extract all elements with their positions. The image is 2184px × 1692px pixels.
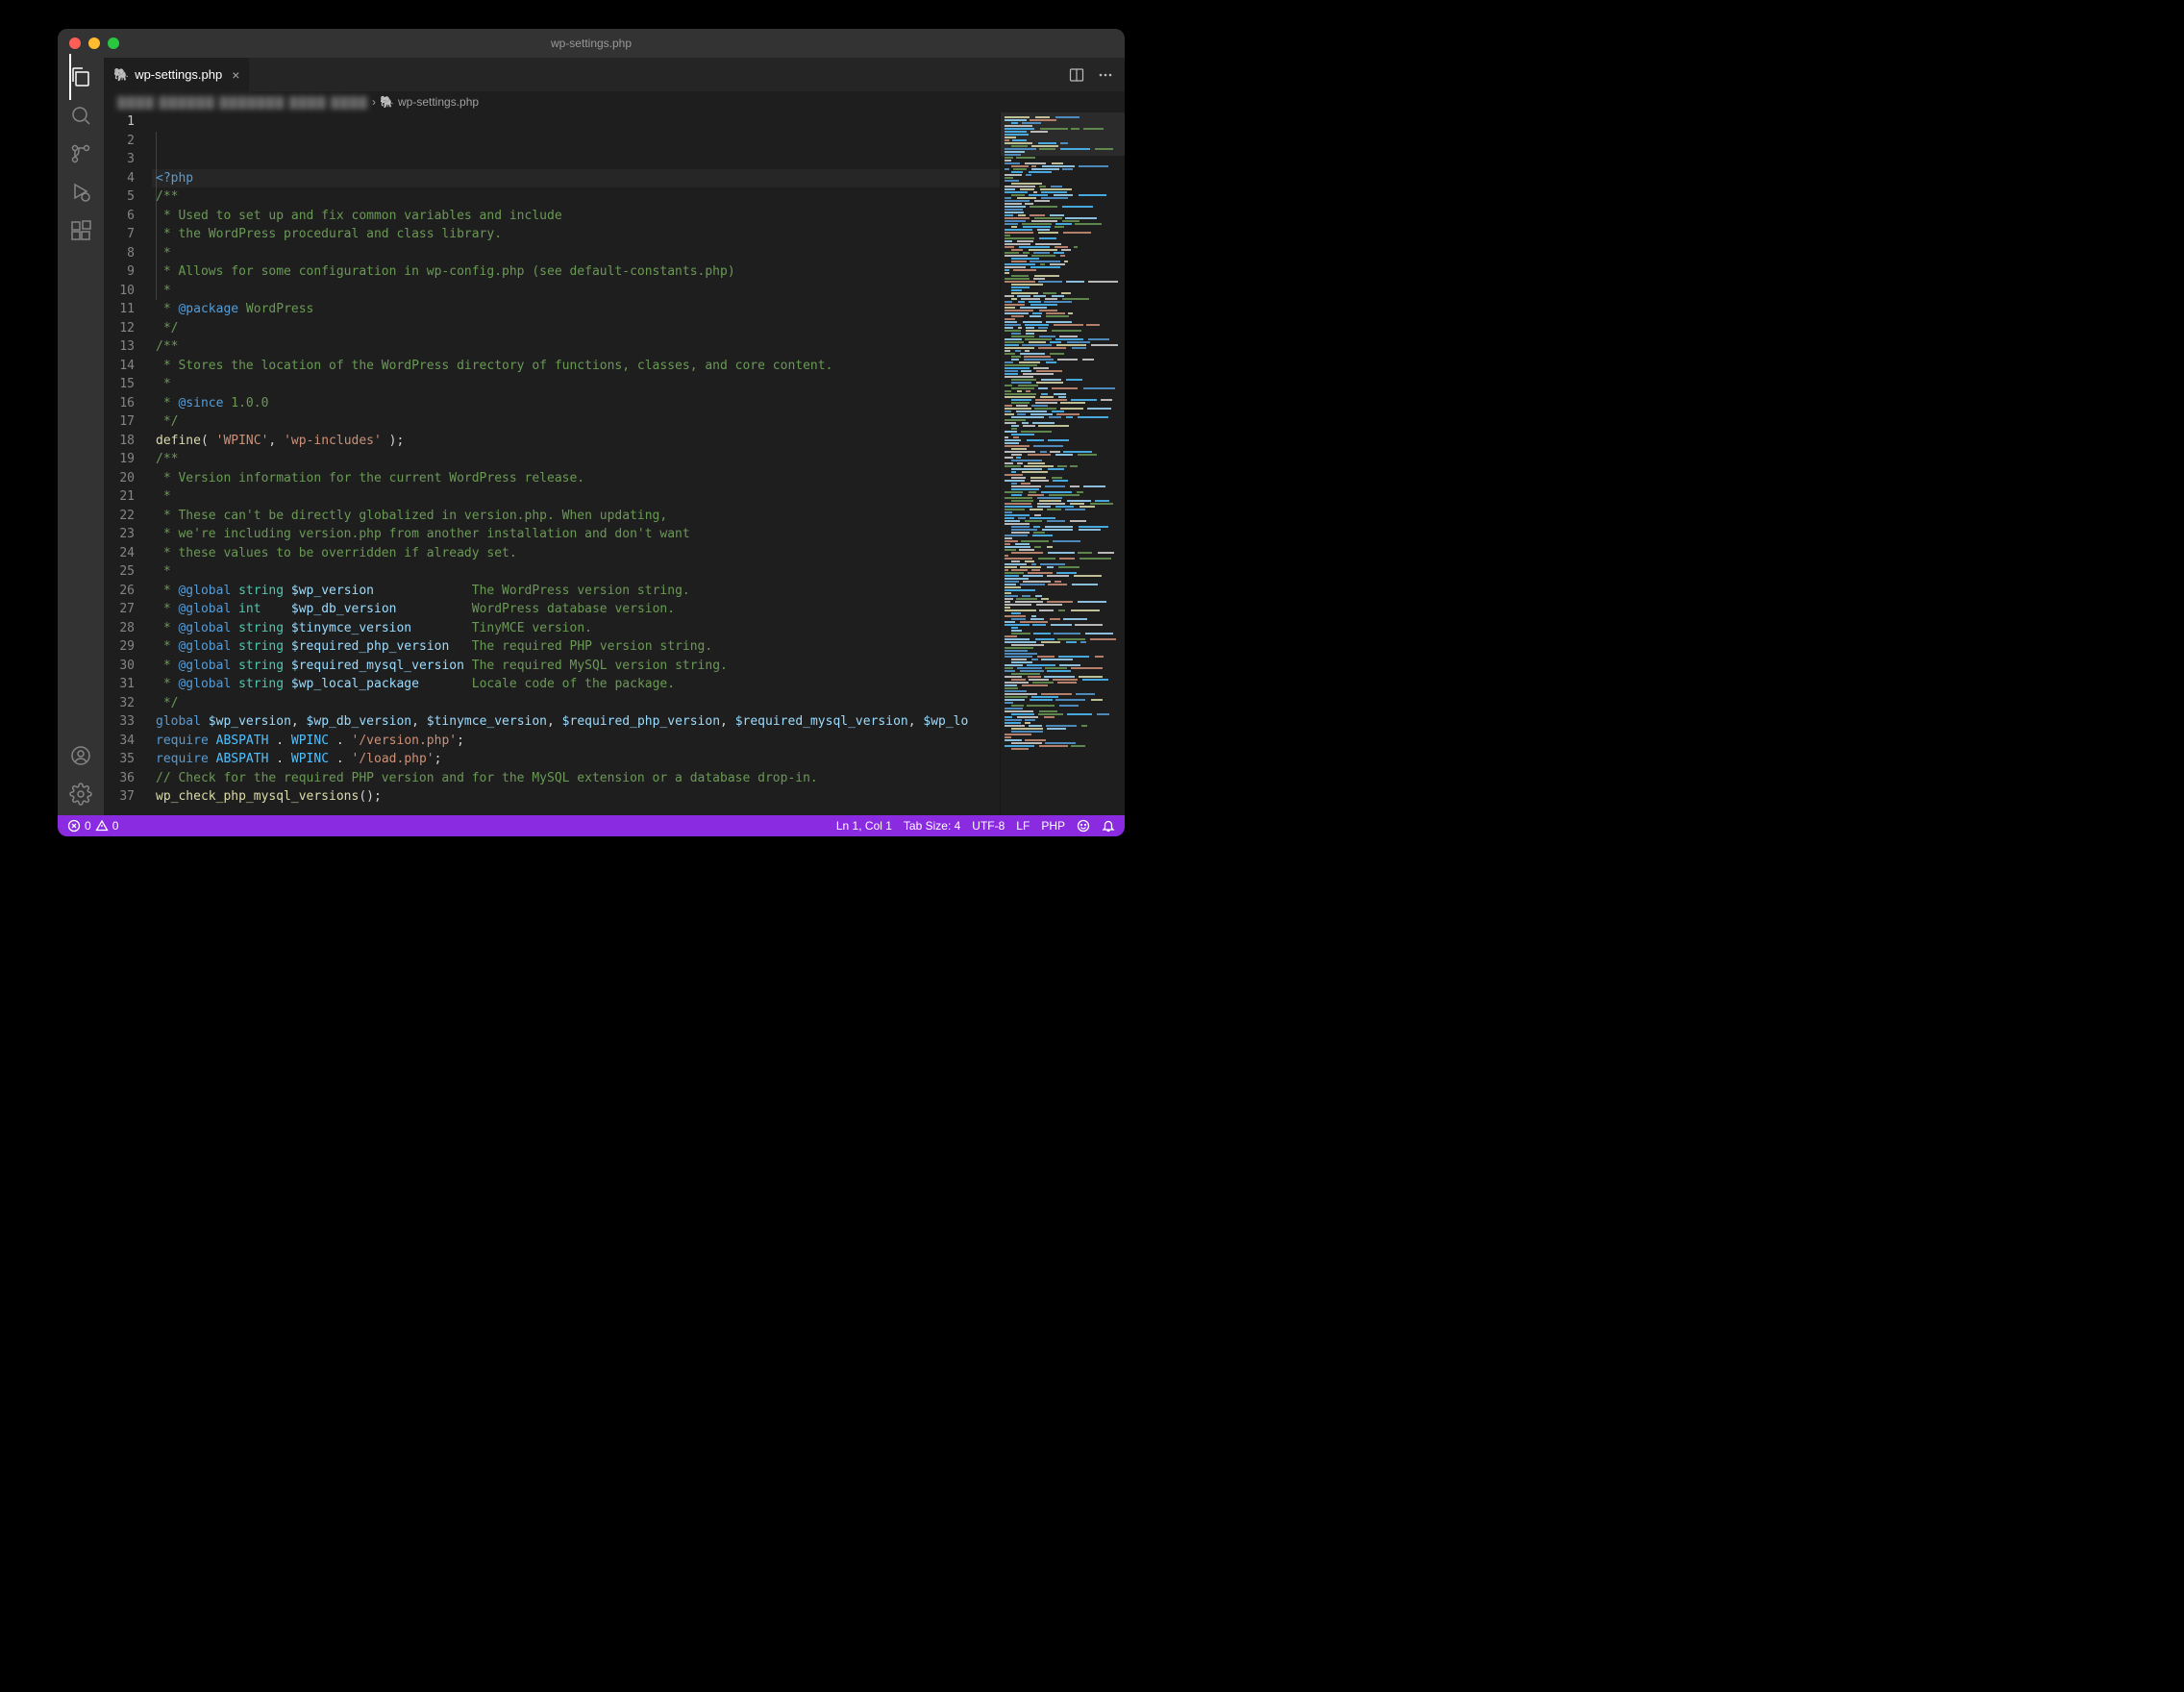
breadcrumb-file: wp-settings.php [398,95,479,109]
editor-content: 🐘 wp-settings.php × ▓▓▓▓ ▓▓▓▓▓▓ ▓▓▓▓▓▓▓ … [104,58,1125,815]
maximize-window-button[interactable] [108,37,119,49]
code-area[interactable]: <?php/** * Used to set up and fix common… [152,112,1000,815]
explorer-icon[interactable] [69,65,92,88]
close-window-button[interactable] [69,37,81,49]
settings-gear-icon[interactable] [69,783,92,806]
breadcrumb[interactable]: ▓▓▓▓ ▓▓▓▓▓▓ ▓▓▓▓▓▓▓ ▓▓▓▓ ▓▓▓▓ › 🐘 wp-set… [104,91,1125,112]
search-icon[interactable] [69,104,92,127]
cursor-position[interactable]: Ln 1, Col 1 [836,819,892,833]
tab-label: wp-settings.php [135,67,222,82]
extensions-icon[interactable] [69,219,92,242]
traffic-lights [69,37,119,49]
php-file-icon: 🐘 [380,95,394,109]
titlebar[interactable]: wp-settings.php [58,29,1125,58]
close-tab-icon[interactable]: × [228,67,239,83]
warnings-count: 0 [112,819,119,833]
language-mode[interactable]: PHP [1041,819,1065,833]
problems-indicator[interactable]: 0 0 [67,819,118,833]
more-actions-icon[interactable] [1098,67,1113,83]
editor-wrap: 1234567891011121314151617181920212223242… [104,112,1125,815]
breadcrumb-path-redacted: ▓▓▓▓ ▓▓▓▓▓▓ ▓▓▓▓▓▓▓ ▓▓▓▓ ▓▓▓▓ [117,95,368,109]
php-file-icon: 🐘 [113,67,129,83]
line-number-gutter: 1234567891011121314151617181920212223242… [104,112,152,815]
minimap-content [1005,116,1121,750]
split-editor-icon[interactable] [1069,67,1084,83]
activity-bar [58,58,104,815]
code-editor[interactable]: 1234567891011121314151617181920212223242… [104,112,1000,815]
main-area: 🐘 wp-settings.php × ▓▓▓▓ ▓▓▓▓▓▓ ▓▓▓▓▓▓▓ … [58,58,1125,815]
tab-wp-settings[interactable]: 🐘 wp-settings.php × [104,58,250,91]
status-bar: 0 0 Ln 1, Col 1 Tab Size: 4 UTF-8 LF PHP [58,815,1125,836]
tab-size[interactable]: Tab Size: 4 [904,819,960,833]
tab-actions [1069,58,1125,91]
minimize-window-button[interactable] [88,37,100,49]
window: wp-settings.php [58,29,1125,836]
minimap[interactable] [1000,112,1125,815]
notifications-bell-icon[interactable] [1102,819,1115,833]
eol[interactable]: LF [1016,819,1030,833]
window-title: wp-settings.php [551,37,632,50]
tab-bar: 🐘 wp-settings.php × [104,58,1125,91]
source-control-icon[interactable] [69,142,92,165]
feedback-icon[interactable] [1077,819,1090,833]
run-debug-icon[interactable] [69,181,92,204]
errors-count: 0 [85,819,91,833]
encoding[interactable]: UTF-8 [972,819,1005,833]
account-icon[interactable] [69,744,92,767]
